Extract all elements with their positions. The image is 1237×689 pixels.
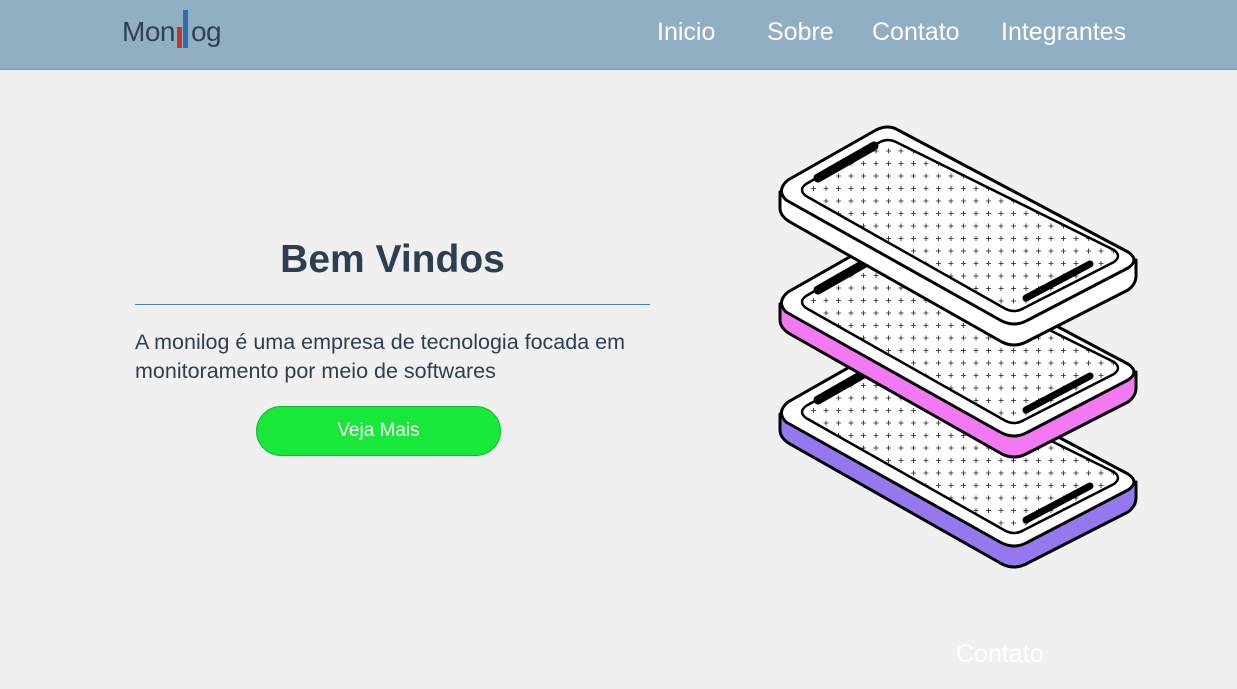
stacked-phones-illustration — [778, 125, 1138, 569]
logo-red-bar — [176, 27, 182, 48]
navbar: Mon og Inicio Sobre Contato Integrantes — [0, 0, 1237, 70]
veja-mais-button[interactable]: Veja Mais — [256, 406, 501, 456]
footer-contato-link[interactable]: Contato — [956, 640, 1044, 669]
nav-link-contato[interactable]: Contato — [872, 18, 960, 47]
hero-description: A monilog é uma empresa de tecnologia fo… — [135, 330, 626, 383]
nav-link-sobre[interactable]: Sobre — [767, 18, 834, 47]
hero-divider — [135, 304, 650, 305]
hero-title: Bem Vindos — [280, 238, 505, 281]
nav-link-inicio[interactable]: Inicio — [657, 18, 715, 47]
logo-text-start: Mon — [122, 16, 175, 47]
nav-link-integrantes[interactable]: Integrantes — [1001, 18, 1126, 47]
logo-blue-bar — [182, 10, 188, 48]
logo-text-end: og — [190, 16, 222, 47]
monilog-logo[interactable]: Mon og — [122, 10, 222, 54]
